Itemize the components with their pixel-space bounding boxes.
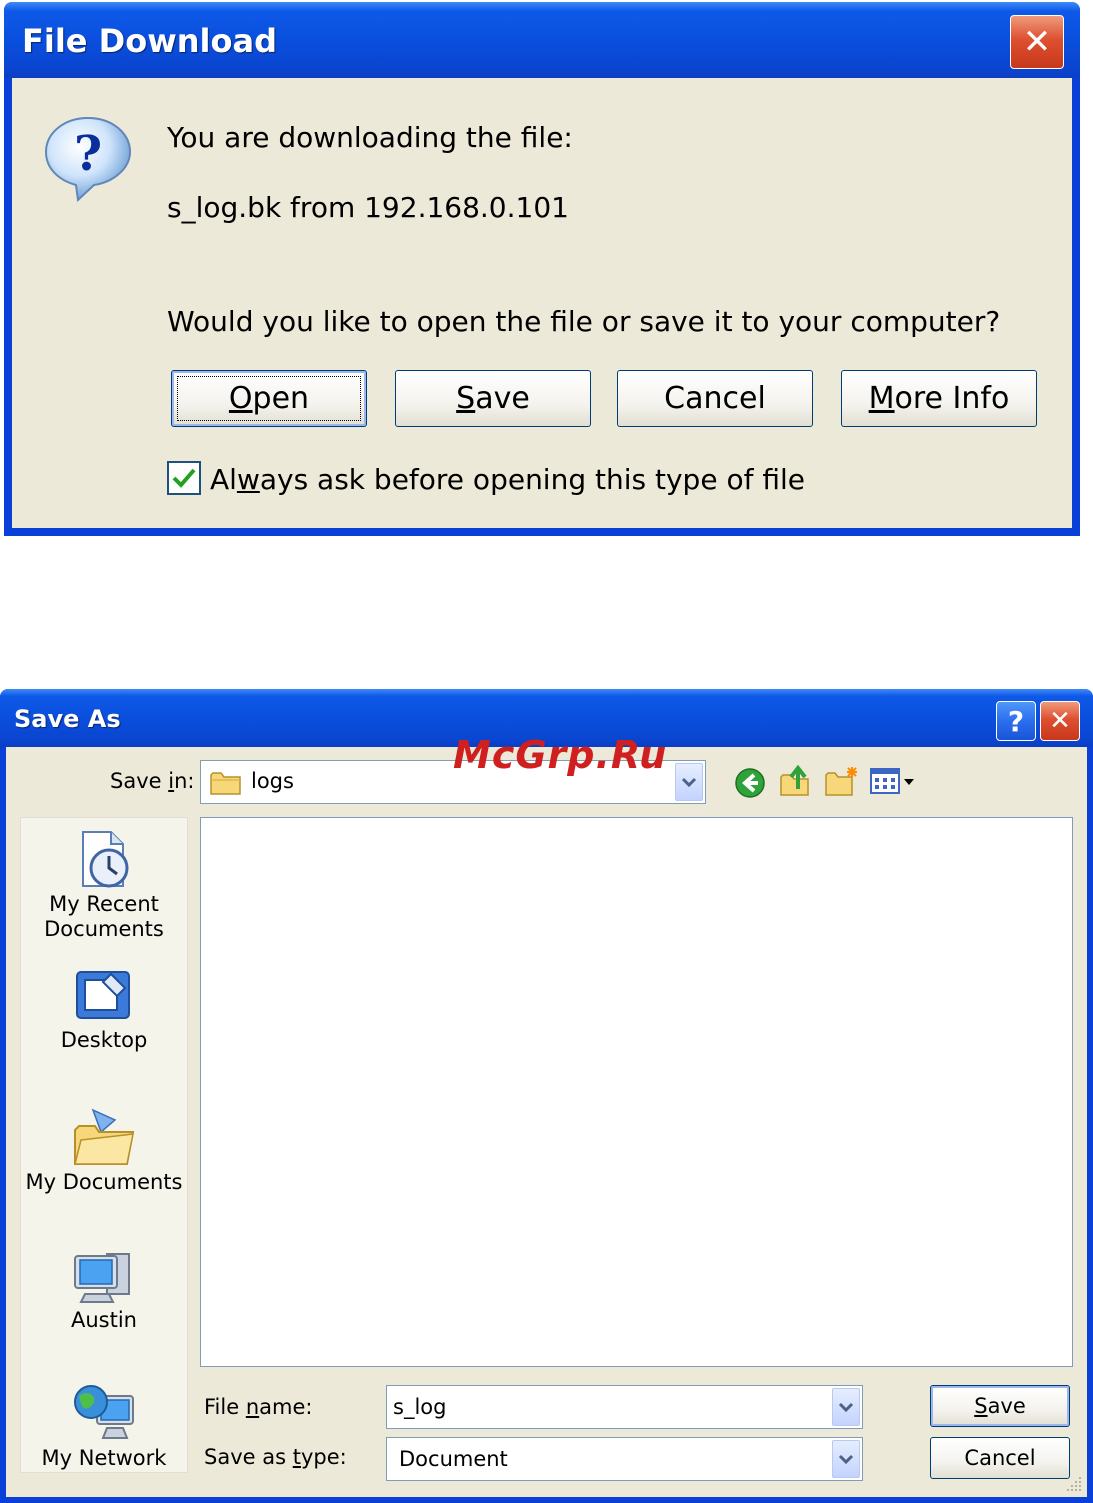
save-type-dropdown-button[interactable] [832,1440,860,1478]
watermark: McGrp.Ru [453,733,668,777]
checkmark-icon [172,468,196,488]
place-austin[interactable]: Austin [21,1246,187,1333]
chevron-down-icon [838,1454,854,1465]
more-info-button[interactable]: More Info [841,370,1037,427]
places-bar: My Recent Documents Desktop My Documents [20,817,188,1473]
open-button[interactable]: Open [171,370,367,427]
save-type-value: Document [399,1447,508,1471]
save-as-title: Save As [14,705,121,733]
help-icon: ? [1007,704,1025,738]
file-download-body: ? You are downloading the file: s_log.bk… [12,78,1072,528]
always-ask-checkbox[interactable] [167,461,201,495]
network-icon [74,1385,134,1439]
save-as-close-button[interactable]: ✕ [1040,701,1080,741]
chevron-down-icon [681,777,697,788]
recent-documents-icon [82,831,129,888]
file-download-dialog: File Download ✕ ? You are downloading th… [4,2,1080,536]
cancel-button[interactable]: Cancel [617,370,813,427]
place-my-documents[interactable]: My Documents [21,1106,187,1195]
save-as-cancel-button[interactable]: Cancel [930,1437,1070,1479]
save-in-value: logs [251,769,294,793]
close-icon: ✕ [1049,706,1071,736]
file-name-label: File name: [204,1395,313,1419]
download-message: You are downloading the file: [167,121,573,154]
place-my-network[interactable]: My Network [21,1380,187,1471]
save-in-dropdown-button[interactable] [675,763,703,801]
up-folder-icon[interactable] [778,763,814,799]
file-name-dropdown-button[interactable] [832,1388,860,1426]
always-ask-label: Always ask before opening this type of f… [210,463,805,496]
new-folder-icon[interactable] [824,765,860,799]
download-file-info: s_log.bk from 192.168.0.101 [167,191,569,224]
place-my-recent-documents[interactable]: My Recent Documents [21,828,187,942]
svg-text:?: ? [74,126,102,182]
file-download-title: File Download [22,22,277,60]
help-button[interactable]: ? [996,701,1036,741]
place-desktop[interactable]: Desktop [21,966,187,1053]
views-menu-icon[interactable] [870,767,916,797]
question-icon: ? [44,116,132,203]
file-download-titlebar[interactable]: File Download ✕ [4,2,1080,78]
save-in-label: Save in: [110,769,195,793]
save-as-save-button[interactable]: Save [930,1385,1070,1427]
focus-ring [177,376,361,421]
save-as-body: Save in: logs McGrp.Ru My Recent Documen… [6,733,1087,1497]
save-type-dropdown[interactable]: Document [386,1437,863,1481]
computer-icon [74,1253,130,1303]
chevron-down-icon [838,1402,854,1413]
folder-icon [210,772,241,795]
my-documents-icon [74,1108,135,1165]
file-list[interactable] [200,817,1073,1367]
save-as-dialog: Save As ? ✕ Save in: logs McGrp.Ru My Re… [0,689,1093,1503]
resize-grip-icon[interactable] [1065,1475,1083,1493]
file-download-close-button[interactable]: ✕ [1010,15,1064,69]
save-button[interactable]: Save [395,370,591,427]
desktop-icon [76,971,130,1019]
file-name-input[interactable]: s_log [386,1385,863,1429]
file-name-value: s_log [393,1395,447,1419]
save-type-label: Save as type: [204,1445,347,1469]
back-arrow-icon[interactable] [734,767,766,799]
download-question: Would you like to open the file or save … [167,305,1001,338]
close-icon: ✕ [1022,22,1052,62]
